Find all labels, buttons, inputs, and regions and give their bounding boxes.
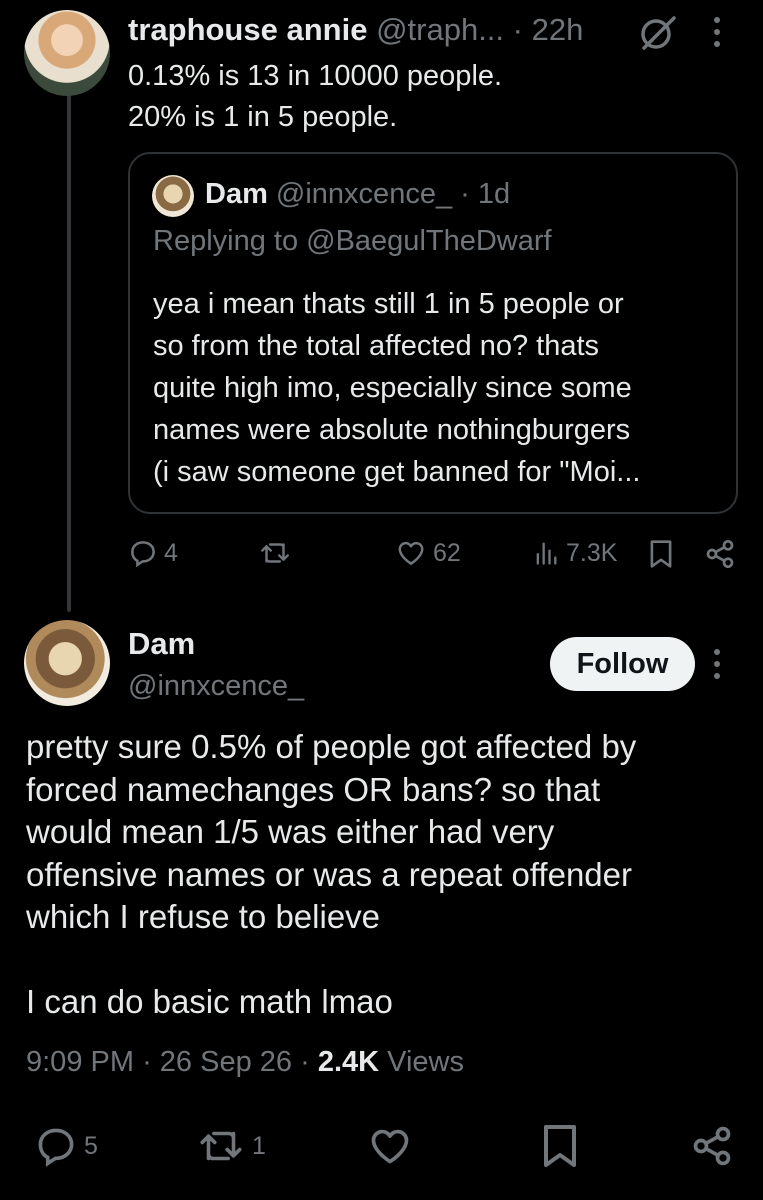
quoted-tweet-text: yea i mean thats still 1 in 5 people or … [153, 283, 723, 493]
tweet-text-line: offensive names or was a repeat offender [26, 855, 632, 893]
tweet-text-line: names were absolute nothingburgers [153, 414, 631, 446]
main-tweet-text: pretty sure 0.5% of people got affected … [26, 726, 746, 1024]
repost-button[interactable]: 1 [196, 1124, 266, 1168]
tweet-text-line: which I refuse to believe [26, 898, 381, 935]
tweet-time[interactable]: 9:09 PM [26, 1046, 134, 1078]
share-button[interactable] [690, 1124, 734, 1168]
like-button[interactable]: 62 [395, 538, 461, 568]
share-button[interactable] [704, 538, 736, 570]
repost-button[interactable] [258, 538, 292, 568]
reply-count: 4 [164, 538, 178, 567]
views-count: 2.4K [317, 1046, 380, 1078]
bookmark-button[interactable] [648, 538, 674, 570]
share-icon [693, 1126, 731, 1166]
reply-button[interactable]: 4 [128, 538, 178, 568]
tweet-text-line: so from the total affected no? thats [153, 330, 600, 362]
repost-icon [200, 1131, 242, 1161]
avatar[interactable] [24, 620, 110, 706]
like-count: 62 [433, 538, 461, 567]
tweet-time[interactable]: 22h [532, 12, 584, 47]
bookmark-button[interactable] [540, 1122, 580, 1170]
reply-icon [38, 1128, 74, 1167]
quoted-tweet-header: Dam @innxcence_ · 1d [205, 178, 510, 211]
views-icon [536, 542, 557, 565]
share-icon [706, 540, 734, 568]
repost-count: 1 [252, 1131, 266, 1160]
repost-icon [261, 543, 289, 563]
separator-dot: · [142, 1046, 152, 1078]
views-count: 7.3K [566, 538, 618, 567]
tweet-text-line: would mean 1/5 was either had very [26, 813, 555, 850]
tweet-text-line: forced namechanges OR bans? so that [26, 770, 601, 808]
author-handle[interactable]: @traph... [376, 12, 504, 47]
more-icon[interactable] [710, 14, 724, 50]
grok-icon[interactable] [636, 12, 680, 52]
more-icon[interactable] [710, 646, 724, 682]
author-name[interactable]: Dam [128, 626, 195, 662]
bookmark-icon [544, 1125, 576, 1167]
reply-count: 5 [84, 1131, 98, 1160]
tweet-text-line: yea i mean thats still 1 in 5 people or [153, 288, 624, 320]
separator-dot: · [512, 12, 523, 47]
views-button[interactable]: 7.3K [532, 538, 617, 568]
replying-to: Replying to @BaegulTheDwarf [153, 225, 552, 257]
reply-icon [131, 541, 155, 568]
avatar[interactable] [24, 10, 110, 96]
author-handle[interactable]: @innxcence_ [128, 670, 304, 703]
separator-dot: · [460, 178, 470, 210]
author-name[interactable]: traphouse annie [128, 12, 367, 47]
follow-button[interactable]: Follow [550, 637, 695, 691]
separator-dot: · [300, 1046, 310, 1078]
thread-line [67, 92, 71, 612]
parent-tweet-text: 0.13% is 13 in 10000 people. 20% is 1 in… [128, 56, 502, 138]
avatar [152, 175, 194, 217]
author-name: Dam [205, 178, 268, 210]
tweet-text-line: (i saw someone get banned for "Moi... [153, 456, 641, 488]
parent-tweet-header: traphouse annie @traph... · 22h [128, 12, 583, 48]
tweet-thread: traphouse annie @traph... · 22h 0.13% is… [0, 0, 763, 1200]
tweet-meta: 9:09 PM · 26 Sep 26 · 2.4K Views [26, 1046, 464, 1079]
like-icon [398, 541, 424, 565]
views-label: Views [387, 1046, 464, 1078]
tweet-time: 1d [477, 178, 511, 210]
tweet-text-line: quite high imo, especially since some [153, 372, 632, 404]
tweet-date[interactable]: 26 Sep 26 [160, 1046, 292, 1078]
like-button[interactable] [366, 1124, 414, 1168]
bookmark-icon [650, 540, 672, 568]
author-handle: @innxcence_ [275, 178, 453, 210]
tweet-text-line: pretty sure 0.5% of people got affected … [26, 728, 637, 765]
tweet-text-line: 20% is 1 in 5 people. [128, 101, 398, 133]
tweet-text-line: 0.13% is 13 in 10000 people. [128, 60, 503, 92]
tweet-text-line: I can do basic math lmao [26, 983, 393, 1020]
reply-button[interactable]: 5 [34, 1124, 98, 1168]
like-icon [371, 1129, 409, 1164]
